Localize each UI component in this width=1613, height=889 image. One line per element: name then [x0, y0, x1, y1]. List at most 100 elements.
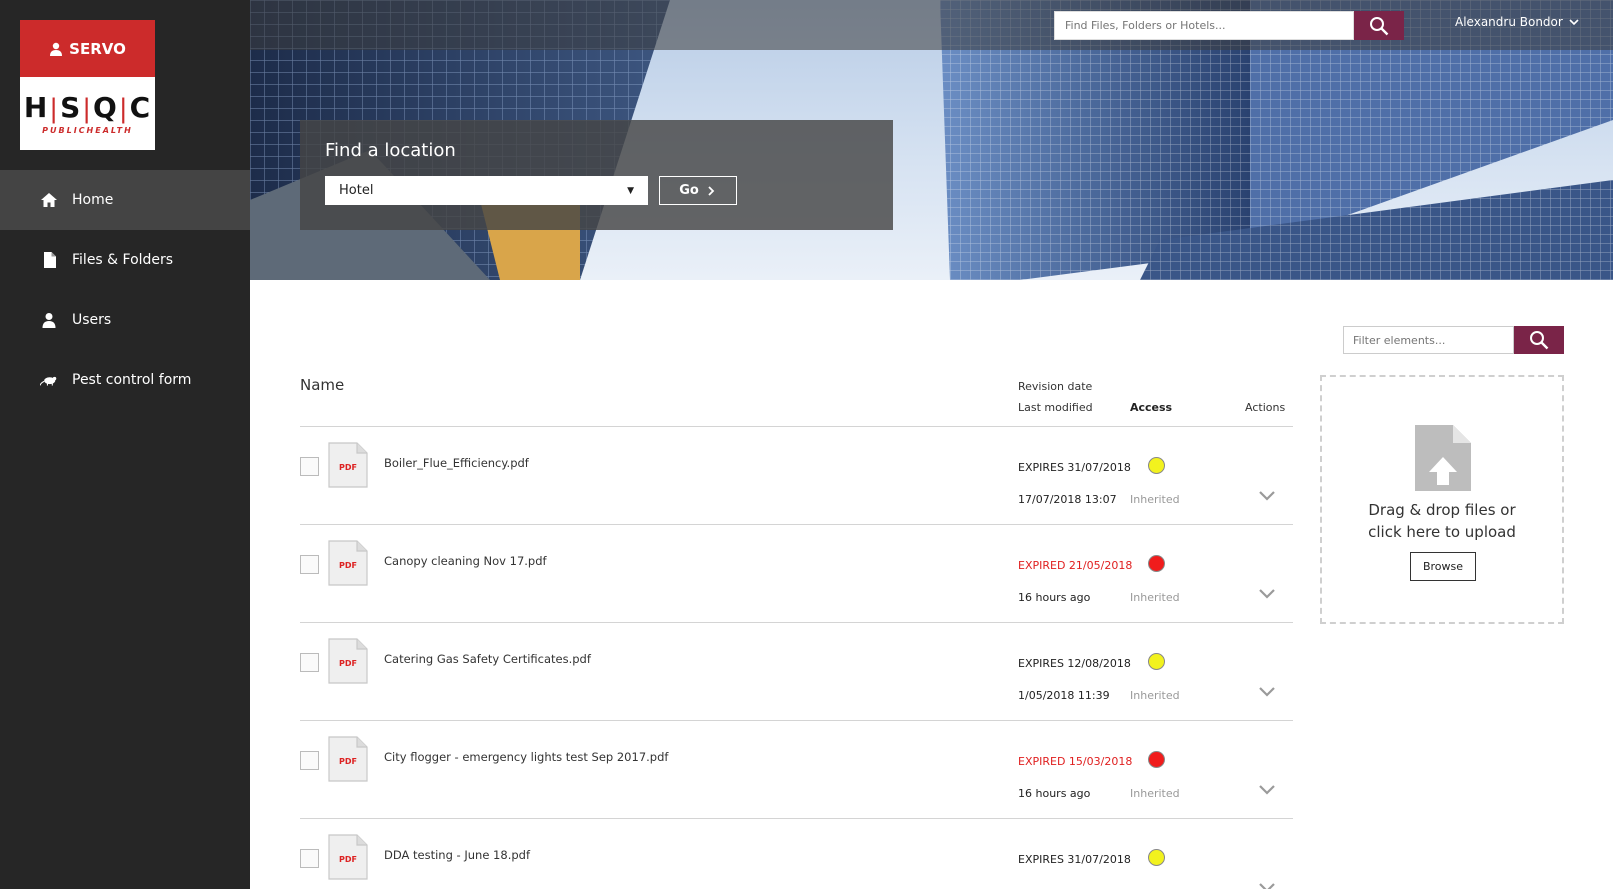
pdf-badge-text: PDF [339, 463, 357, 472]
actions-chevron-down-icon[interactable] [1258, 489, 1276, 503]
file-name-link[interactable]: Catering Gas Safety Certificates.pdf [384, 652, 591, 666]
last-modified: 16 hours ago [1018, 591, 1091, 604]
home-icon [40, 191, 58, 209]
pdf-file-icon: PDF [328, 736, 368, 782]
logo-letter: S [60, 91, 82, 124]
go-button-label: Go [679, 183, 699, 198]
last-modified: 17/07/2018 13:07 [1018, 493, 1117, 506]
search-icon [1370, 16, 1389, 35]
logo-letters: H|S|Q|C [23, 91, 152, 124]
file-icon [40, 251, 58, 269]
location-type-select[interactable]: Hotel ▼ [325, 176, 648, 205]
revision-expiry-date: EXPIRES 31/07/2018 [1018, 461, 1131, 474]
sidebar-item-pest-control[interactable]: Pest control form [0, 350, 250, 410]
pdf-badge-text: PDF [339, 855, 357, 864]
user-icon [50, 42, 63, 56]
last-modified: 16 hours ago [1018, 787, 1091, 800]
revision-expiry-date: EXPIRED 21/05/2018 [1018, 559, 1133, 572]
last-modified: 1/05/2018 11:39 [1018, 689, 1110, 702]
column-header-name[interactable]: Name [300, 376, 344, 394]
column-header-access[interactable]: Access [1130, 401, 1172, 414]
dropzone-line-1: Drag & drop files or [1368, 501, 1516, 519]
actions-chevron-down-icon[interactable] [1258, 587, 1276, 601]
pdf-file-icon: PDF [328, 834, 368, 880]
sidebar-nav: Home Files & Folders Users Pest control … [0, 170, 250, 410]
pdf-badge-text: PDF [339, 757, 357, 766]
logo-servo-banner: SERVO [20, 20, 155, 77]
file-name-link[interactable]: DDA testing - June 18.pdf [384, 848, 530, 862]
actions-chevron-down-icon[interactable] [1258, 881, 1276, 889]
row-checkbox[interactable] [300, 653, 319, 672]
row-checkbox[interactable] [300, 849, 319, 868]
access-level: Inherited [1130, 591, 1180, 604]
browse-button[interactable]: Browse [1410, 552, 1476, 581]
user-icon [40, 311, 58, 329]
upload-file-icon [1415, 425, 1471, 491]
column-header-revision-date[interactable]: Revision date [1018, 380, 1092, 393]
access-level: Inherited [1130, 493, 1180, 506]
sidebar-item-home[interactable]: Home [0, 170, 250, 230]
pdf-badge-text: PDF [339, 659, 357, 668]
status-indicator [1148, 849, 1165, 866]
file-name-link[interactable]: City flogger - emergency lights test Sep… [384, 750, 668, 764]
revision-expiry-date: EXPIRED 15/03/2018 [1018, 755, 1133, 768]
table-row: PDF Catering Gas Safety Certificates.pdf E… [300, 623, 1293, 721]
filter-elements-input[interactable] [1343, 326, 1514, 354]
row-checkbox[interactable] [300, 751, 319, 770]
table-row: PDF Boiler_Flue_Efficiency.pdf EXPIRES 31/… [300, 427, 1293, 525]
revision-expiry-date: EXPIRES 12/08/2018 [1018, 657, 1131, 670]
hsqc-logo[interactable]: SERVO H|S|Q|C PUBLICHEALTH [20, 20, 155, 150]
dropzone-line-2: click here to upload [1368, 523, 1516, 541]
rat-icon [40, 371, 58, 389]
column-header-actions: Actions [1245, 401, 1286, 414]
pdf-badge-text: PDF [339, 561, 357, 570]
sidebar: SERVO H|S|Q|C PUBLICHEALTH Home Files & … [0, 0, 250, 889]
sidebar-item-label: Files & Folders [72, 252, 174, 268]
dropdown-arrow-icon: ▼ [627, 185, 634, 196]
logo-subtitle: PUBLICHEALTH [42, 126, 133, 135]
pdf-file-icon: PDF [328, 442, 368, 488]
global-search-button[interactable] [1354, 11, 1404, 40]
sidebar-item-label: Users [72, 312, 112, 328]
logo-letter: Q [93, 91, 118, 124]
row-checkbox[interactable] [300, 555, 319, 574]
status-indicator [1148, 751, 1165, 768]
go-button[interactable]: Go [659, 176, 737, 205]
global-search-input[interactable] [1054, 11, 1354, 40]
access-level: Inherited [1130, 787, 1180, 800]
file-name-link[interactable]: Boiler_Flue_Efficiency.pdf [384, 456, 529, 470]
user-menu[interactable]: Alexandru Bondor [1455, 15, 1579, 29]
logo-letter: H [23, 91, 49, 124]
table-row: PDF DDA testing - June 18.pdf EXPIRES 31/0… [300, 819, 1293, 889]
sidebar-item-label: Home [72, 192, 114, 208]
status-indicator [1148, 457, 1165, 474]
sidebar-item-label: Pest control form [72, 372, 192, 388]
dropzone-text: Drag & drop files or click here to uploa… [1322, 499, 1562, 543]
status-indicator [1148, 653, 1165, 670]
sidebar-item-files-folders[interactable]: Files & Folders [0, 230, 250, 290]
logo-letter: C [129, 91, 152, 124]
logo-top-label: SERVO [69, 39, 126, 58]
revision-expiry-date: EXPIRES 31/07/2018 [1018, 853, 1131, 866]
find-location-panel: Find a location Hotel ▼ Go [300, 120, 893, 230]
table-row: PDF City flogger - emergency lights test … [300, 721, 1293, 819]
filter-search-button[interactable] [1514, 326, 1564, 354]
table-row: PDF Canopy cleaning Nov 17.pdf EXPIRED 21/… [300, 525, 1293, 623]
chevron-right-icon [708, 185, 715, 196]
status-indicator [1148, 555, 1165, 572]
location-type-value: Hotel [339, 183, 374, 198]
upload-dropzone[interactable]: Drag & drop files or click here to uploa… [1320, 375, 1564, 624]
chevron-down-icon [1569, 18, 1579, 25]
file-name-link[interactable]: Canopy cleaning Nov 17.pdf [384, 554, 547, 568]
search-icon [1530, 331, 1549, 350]
top-bar [250, 0, 1613, 50]
sidebar-item-users[interactable]: Users [0, 290, 250, 350]
access-level: Inherited [1130, 689, 1180, 702]
user-name: Alexandru Bondor [1455, 15, 1563, 29]
column-header-last-modified[interactable]: Last modified [1018, 401, 1093, 414]
pdf-file-icon: PDF [328, 540, 368, 586]
row-checkbox[interactable] [300, 457, 319, 476]
actions-chevron-down-icon[interactable] [1258, 685, 1276, 699]
find-location-title: Find a location [325, 140, 456, 161]
actions-chevron-down-icon[interactable] [1258, 783, 1276, 797]
